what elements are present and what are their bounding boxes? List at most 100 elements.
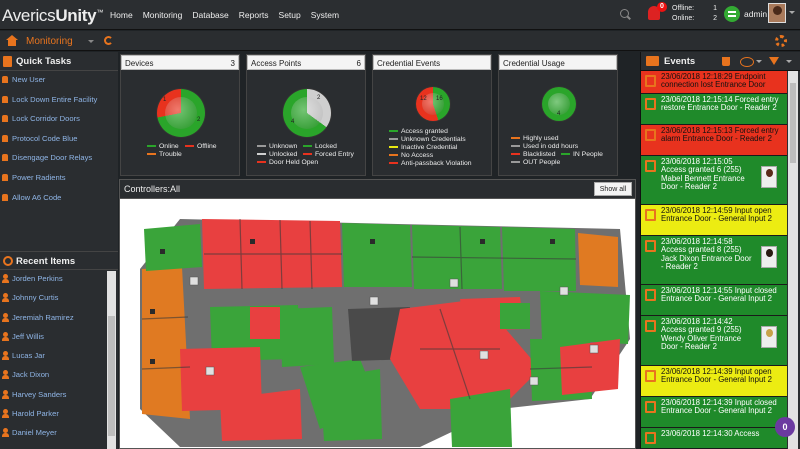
event-text: 23/06/2018 12:15:13 Forced entry alarm E… bbox=[661, 126, 779, 144]
refresh-icon[interactable] bbox=[104, 36, 113, 45]
access-points-pie-chart[interactable] bbox=[283, 89, 331, 137]
event-door-icon bbox=[645, 240, 656, 252]
user-menu-chevron-icon[interactable] bbox=[789, 11, 795, 17]
recent-item[interactable]: Lucas Jar bbox=[0, 347, 118, 366]
event-text: 23/06/2018 12:14:30 Access bbox=[661, 429, 760, 438]
event-row[interactable]: 23/06/2018 12:14:59 Input open Entrance … bbox=[641, 205, 787, 236]
devices-count: 3 bbox=[230, 59, 235, 68]
nav-home[interactable]: Home bbox=[110, 10, 133, 20]
task-power-radients[interactable]: Power Radients bbox=[0, 169, 118, 189]
pie-label: 2 bbox=[317, 95, 321, 101]
app-logo[interactable]: AvericsUnity™ bbox=[2, 6, 103, 26]
notification-count-badge: 0 bbox=[657, 2, 667, 12]
recent-item[interactable]: Jorden Perkins bbox=[0, 270, 118, 289]
access-points-title: Access Points bbox=[251, 59, 302, 68]
recent-item[interactable]: Jack Dixon bbox=[0, 366, 118, 385]
event-row[interactable]: 23/06/2018 12:15:05 Access granted 6 (25… bbox=[641, 156, 787, 205]
event-door-icon bbox=[645, 98, 656, 110]
left-sidebar: Quick Tasks New User Lock Down Entire Fa… bbox=[0, 52, 118, 449]
event-row[interactable]: 23/06/2018 12:14:55 Input closed Entranc… bbox=[641, 285, 787, 316]
pie-label: 16 bbox=[436, 96, 443, 102]
pie-label: 4 bbox=[291, 119, 295, 125]
event-row[interactable]: 23/06/2018 12:14:39 Input open Entrance … bbox=[641, 366, 787, 397]
show-all-button[interactable]: Show all bbox=[594, 182, 632, 196]
scrollbar-thumb[interactable] bbox=[790, 83, 796, 163]
nav-setup[interactable]: Setup bbox=[279, 10, 301, 20]
event-door-icon bbox=[645, 289, 656, 301]
trash-icon[interactable] bbox=[722, 57, 730, 66]
event-row[interactable]: 23/06/2018 12:15:13 Forced entry alarm E… bbox=[641, 125, 787, 156]
recent-items-title: Recent Items bbox=[16, 256, 76, 267]
online-label: Online: bbox=[672, 15, 695, 22]
nav-monitoring[interactable]: Monitoring bbox=[143, 10, 183, 20]
pie-label: 2 bbox=[197, 117, 201, 123]
event-text: 23/06/2018 12:14:39 Input open Entrance … bbox=[661, 367, 772, 385]
event-row[interactable]: 23/06/2018 12:15:14 Forced entry restore… bbox=[641, 94, 787, 125]
avatar[interactable] bbox=[768, 3, 786, 23]
recent-item[interactable]: Daniel Meyer bbox=[0, 424, 118, 443]
search-icon[interactable] bbox=[620, 9, 629, 18]
recent-items-scrollbar[interactable] bbox=[107, 271, 116, 449]
devices-title: Devices bbox=[125, 59, 154, 68]
credential-events-title: Credential Events bbox=[377, 59, 441, 68]
gear-icon[interactable] bbox=[775, 35, 787, 47]
access-points-count: 6 bbox=[356, 59, 361, 68]
section-dropdown-chevron-icon[interactable] bbox=[88, 40, 94, 46]
recent-item[interactable]: Harvey Sanders bbox=[0, 386, 118, 405]
filter-chevron-icon[interactable] bbox=[786, 60, 792, 66]
user-name[interactable]: admin bbox=[744, 9, 767, 19]
nav-database[interactable]: Database bbox=[192, 10, 228, 20]
event-text: 23/06/2018 12:14:39 Input closed Entranc… bbox=[661, 398, 777, 416]
credential-events-header: Credential Events bbox=[373, 55, 491, 70]
recent-item[interactable]: Jeff Willis bbox=[0, 328, 118, 347]
task-lock-down-facility[interactable]: Lock Down Entire Facility bbox=[0, 91, 118, 111]
floating-count-badge[interactable]: 0 bbox=[775, 417, 795, 437]
events-scrollbar[interactable] bbox=[788, 71, 798, 449]
person-photo bbox=[761, 166, 777, 188]
event-input-icon bbox=[645, 209, 656, 221]
scrollbar-thumb[interactable] bbox=[108, 316, 115, 436]
filter-icon[interactable] bbox=[769, 57, 779, 65]
event-row[interactable]: 23/06/2018 12:14:30 Access bbox=[641, 428, 787, 449]
nav-reports[interactable]: Reports bbox=[239, 10, 269, 20]
event-text: 23/06/2018 12:14:42 Access granted 9 (25… bbox=[661, 317, 742, 351]
credential-usage-title: Credential Usage bbox=[503, 59, 565, 68]
admin-menu-icon[interactable] bbox=[724, 6, 740, 22]
event-text: 23/06/2018 12:14:59 Input open Entrance … bbox=[661, 206, 772, 224]
refresh-events-icon[interactable] bbox=[740, 57, 754, 67]
event-row[interactable]: 23/06/2018 12:14:39 Input closed Entranc… bbox=[641, 397, 787, 428]
task-protocol-code-blue[interactable]: Protocol Code Blue bbox=[0, 130, 118, 150]
recent-item[interactable]: Harold Parker bbox=[0, 405, 118, 424]
credential-events-widget: Credential Events 12 16 Access granted U… bbox=[372, 54, 492, 176]
clipboard-icon bbox=[3, 56, 12, 67]
legend-in-people: IN People bbox=[561, 151, 603, 159]
event-door-icon bbox=[645, 320, 656, 332]
pie-label: 12 bbox=[420, 96, 427, 102]
pie-highlight bbox=[165, 97, 197, 129]
nav-system[interactable]: System bbox=[311, 10, 339, 20]
recent-items-panel: Recent Items Jorden Perkins Johnny Curti… bbox=[0, 251, 118, 444]
event-row[interactable]: 23/06/2018 12:18:29 Endpoint connection … bbox=[641, 71, 787, 94]
recent-item[interactable]: Johnny Curtis bbox=[0, 289, 118, 308]
recent-item[interactable]: Jeremiah Ramirez bbox=[0, 309, 118, 328]
credential-usage-widget: Credential Usage 4 Highly used Used in o… bbox=[498, 54, 618, 176]
credential-events-pie-chart[interactable] bbox=[416, 87, 450, 121]
section-title[interactable]: Monitoring bbox=[26, 36, 73, 47]
controllers-header: Controllers:All Show all bbox=[120, 180, 635, 199]
task-allow-a6-code[interactable]: Allow A6 Code bbox=[0, 189, 118, 209]
section-bar: Monitoring bbox=[0, 31, 800, 51]
home-icon[interactable] bbox=[6, 35, 18, 46]
legend-anti-passback: Anti-passback Violation bbox=[389, 160, 472, 168]
task-disengage-door-relays[interactable]: Disengage Door Relays bbox=[0, 149, 118, 169]
event-row[interactable]: 23/06/2018 12:14:42 Access granted 9 (25… bbox=[641, 316, 787, 366]
event-row[interactable]: 23/06/2018 12:14:58 Access granted 8 (25… bbox=[641, 236, 787, 285]
devices-header: Devices 3 bbox=[121, 55, 239, 70]
floor-plan-map[interactable] bbox=[120, 199, 635, 448]
online-value: 2 bbox=[713, 15, 717, 22]
event-text: 23/06/2018 12:15:14 Forced entry restore… bbox=[661, 95, 779, 113]
refresh-events-chevron-icon[interactable] bbox=[756, 60, 762, 66]
task-new-user[interactable]: New User bbox=[0, 71, 118, 91]
task-lock-corridor-doors[interactable]: Lock Corridor Doors bbox=[0, 110, 118, 130]
event-door-icon bbox=[645, 401, 656, 413]
access-points-header: Access Points 6 bbox=[247, 55, 365, 70]
